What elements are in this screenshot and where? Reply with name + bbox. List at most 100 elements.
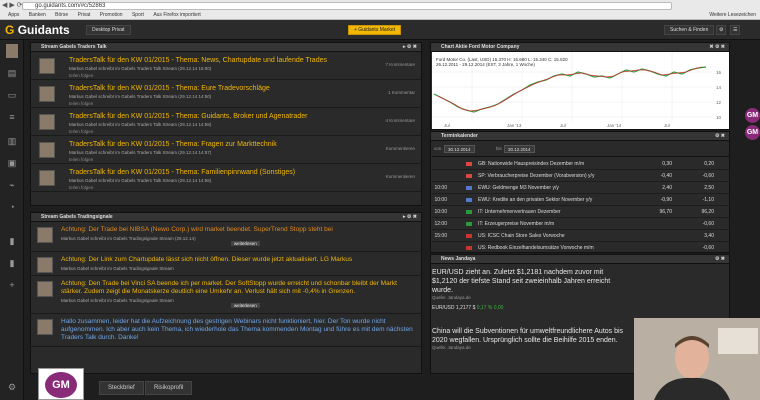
bookmark-sport[interactable]: Sport bbox=[132, 12, 144, 18]
gm-badge[interactable]: GM bbox=[745, 108, 760, 123]
post-title[interactable]: TradersTalk für den KW 01/2015 - Thema: … bbox=[69, 80, 421, 92]
to-date-field[interactable]: 30.12.2014 bbox=[504, 145, 535, 153]
gm-logo: GM bbox=[38, 368, 84, 400]
bookmark-apps[interactable]: Apps bbox=[8, 12, 19, 18]
signal-icon[interactable]: ⌁ bbox=[6, 180, 18, 190]
x-label: Jul bbox=[664, 123, 670, 128]
post-title[interactable]: TradersTalk für den KW 01/2015 - Thema: … bbox=[69, 136, 421, 148]
bookmark-banken[interactable]: Banken bbox=[29, 12, 46, 18]
post-actions[interactable]: teilen folgen bbox=[69, 127, 421, 134]
bookmark-promotion[interactable]: Promotion bbox=[100, 12, 123, 18]
row-desc: EWU: Geldmenge M3 November y/y bbox=[478, 185, 559, 191]
avatar bbox=[37, 281, 53, 297]
post-meta: Markus Gabel schreibt im Gabels Traders … bbox=[69, 122, 212, 127]
back-forward-icons[interactable]: ◀ ▶ ⟳ bbox=[2, 1, 23, 9]
row-desc: EWU: Kredite an den privaten Sektor Nove… bbox=[478, 197, 593, 203]
row-prior: 2,50 bbox=[704, 185, 714, 191]
calendar-row[interactable]: 10:00 IT: Unternehmenvertrauen Dezember 96… bbox=[432, 206, 729, 218]
bookmark-firefox[interactable]: Aus Firefox importiert bbox=[153, 12, 201, 18]
desktop-icon[interactable]: ▤ bbox=[6, 68, 18, 78]
post-actions[interactable]: teilen folgen bbox=[69, 71, 421, 78]
address-bar[interactable]: go.guidants.com/#c/52863 bbox=[22, 2, 672, 10]
webcam-person-image bbox=[634, 318, 760, 400]
calendar-row[interactable]: US: Redbook Einzelhandelsumsätze Vorwoch… bbox=[432, 242, 729, 254]
tab-risikoprofil[interactable]: Risikoprofil bbox=[145, 381, 193, 395]
avatar bbox=[37, 227, 53, 243]
market-button[interactable]: + Guidants Market bbox=[348, 25, 401, 35]
panel-controls-icon[interactable]: ⚙ ✖ bbox=[715, 132, 725, 141]
news-headline[interactable]: EUR/USD zieht an. Zuletzt $1,2181 nachde… bbox=[432, 264, 632, 295]
row-desc: SP: Verbraucherpreise Dezember (Vorabver… bbox=[478, 173, 595, 179]
news-item[interactable]: China will die Subventionen für umweltfr… bbox=[432, 323, 632, 352]
bookmark-privat[interactable]: Privat bbox=[78, 12, 91, 18]
avatar bbox=[39, 170, 55, 186]
bookmark-icon[interactable]: ▮ bbox=[6, 236, 18, 246]
signal-item[interactable]: Hallo zusammen, leider hat die Aufzeichn… bbox=[31, 314, 421, 347]
calendar-row[interactable]: 12:00 IT: Erzeugerpreise November m/m -0,6… bbox=[432, 218, 729, 230]
list-icon[interactable]: ≡ bbox=[6, 112, 18, 122]
signal-item[interactable]: Achtung: Der Trade bei NIBSA (Newo Corp.… bbox=[31, 222, 421, 252]
gear-icon[interactable]: ⚙ bbox=[6, 382, 18, 392]
read-more-chip[interactable]: weiterlesen bbox=[231, 241, 260, 246]
menu-icon[interactable]: ☰ bbox=[730, 25, 741, 35]
panel-controls-icon[interactable]: ⚙ ✖ bbox=[715, 255, 725, 264]
signal-item[interactable]: Achtung: Den Trade bei Vinci SA beende i… bbox=[31, 276, 421, 314]
signal-text[interactable]: Achtung: Der Link zum Chartupdate lässt … bbox=[61, 256, 415, 264]
bookmark-boerse[interactable]: Börse bbox=[55, 12, 68, 18]
calendar-row[interactable]: GB: Nationwide Hauspreisindex Dezember m… bbox=[432, 158, 729, 170]
guidants-logo[interactable]: G Guidants bbox=[5, 23, 70, 37]
search-button[interactable]: Suchen & Finden bbox=[664, 25, 715, 35]
post-actions[interactable]: teilen folgen bbox=[69, 155, 421, 162]
calendar-row[interactable]: 15:00 US: ICSC Chain Store Sales Vorwoche… bbox=[432, 230, 729, 242]
signal-text[interactable]: Achtung: Den Trade bei Vinci SA beende i… bbox=[61, 280, 415, 296]
to-label: bis bbox=[496, 146, 502, 151]
post-item[interactable]: TradersTalk für den KW 01/2015 - Thema: … bbox=[31, 52, 421, 80]
news-ticker[interactable]: EUR/USD 1,2177 $ 0,17 % 0,00 bbox=[432, 302, 632, 311]
chart-icon[interactable]: ▥ bbox=[6, 136, 18, 146]
from-date-field[interactable]: 30.12.2014 bbox=[444, 145, 475, 153]
other-bookmarks[interactable]: Weitere Lesezeichen bbox=[709, 11, 756, 19]
panel-controls-icon[interactable]: ▸ ⚙ ✖ bbox=[403, 213, 417, 222]
signal-item[interactable]: Achtung: Der Link zum Chartupdate lässt … bbox=[31, 252, 421, 276]
comment-link[interactable]: Kommentieren bbox=[386, 174, 415, 179]
comment-link[interactable]: 1 Kommentar bbox=[388, 90, 415, 95]
row-prior: -0,60 bbox=[702, 221, 714, 227]
post-title[interactable]: TradersTalk für den KW 01/2015 - Thema: … bbox=[69, 108, 421, 120]
monitor-icon[interactable]: ▭ bbox=[6, 90, 18, 100]
news-item[interactable]: EUR/USD zieht an. Zuletzt $1,2181 nachde… bbox=[432, 264, 632, 311]
folder-icon[interactable]: ▣ bbox=[6, 158, 18, 168]
gm-badge[interactable]: GM bbox=[745, 125, 760, 140]
desktop-selector[interactable]: Desktop Privat bbox=[86, 25, 131, 35]
post-item[interactable]: TradersTalk für den KW 01/2015 - Thema: … bbox=[31, 164, 421, 192]
comment-link[interactable]: 7 Kommentare bbox=[385, 62, 415, 67]
signal-text[interactable]: Achtung: Der Trade bei NIBSA (Newo Corp.… bbox=[61, 226, 415, 234]
left-sidebar: ▤ ▭ ≡ ▥ ▣ ⌁ ◔ ▮ ▮ + ⚙ bbox=[0, 40, 24, 400]
add-icon[interactable]: + bbox=[6, 280, 18, 290]
post-title[interactable]: TradersTalk für den KW 01/2015 - Thema: … bbox=[69, 52, 421, 64]
flag-icon bbox=[466, 186, 472, 190]
news-headline[interactable]: China will die Subventionen für umweltfr… bbox=[432, 323, 632, 345]
calendar-row[interactable]: 10:00 EWU: Geldmenge M3 November y/y 2,40 2… bbox=[432, 182, 729, 194]
gauge-icon[interactable]: ◔ bbox=[6, 202, 18, 212]
signal-text[interactable]: Hallo zusammen, leider hat die Aufzeichn… bbox=[61, 318, 415, 342]
stock-chart[interactable]: Jul Jan '13 Jul Jan '14 Jul 16 14 12 10 … bbox=[432, 52, 729, 129]
signal-meta: Markus Gabel schreibt im Gabels Tradings… bbox=[61, 266, 174, 271]
tab-steckbrief[interactable]: Steckbrief bbox=[99, 381, 144, 395]
post-title[interactable]: TradersTalk für den KW 01/2015 - Thema: … bbox=[69, 164, 421, 176]
post-item[interactable]: TradersTalk für den KW 01/2015 - Thema: … bbox=[31, 108, 421, 136]
user-avatar[interactable] bbox=[6, 44, 18, 58]
post-actions[interactable]: teilen folgen bbox=[69, 99, 421, 106]
comment-link[interactable]: 4 Kommentare bbox=[385, 118, 415, 123]
calendar-row[interactable]: SP: Verbraucherpreise Dezember (Vorabver… bbox=[432, 170, 729, 182]
calendar-row[interactable]: 10:00 EWU: Kredite an den privaten Sektor… bbox=[432, 194, 729, 206]
comment-link[interactable]: Kommentieren bbox=[386, 146, 415, 151]
price-line-red bbox=[437, 66, 703, 112]
bookmark-icon-2[interactable]: ▮ bbox=[6, 258, 18, 268]
post-item[interactable]: TradersTalk für den KW 01/2015 - Thema: … bbox=[31, 136, 421, 164]
panel-controls-icon[interactable]: ✖ ⚙ ✖ bbox=[709, 43, 725, 52]
read-more-chip[interactable]: weiterlesen bbox=[231, 303, 260, 308]
settings-icon[interactable]: ⚙ bbox=[716, 25, 727, 35]
panel-controls-icon[interactable]: ▸ ⚙ ✖ bbox=[403, 43, 417, 52]
post-actions[interactable]: teilen folgen bbox=[69, 183, 421, 190]
post-item[interactable]: TradersTalk für den KW 01/2015 - Thema: … bbox=[31, 80, 421, 108]
